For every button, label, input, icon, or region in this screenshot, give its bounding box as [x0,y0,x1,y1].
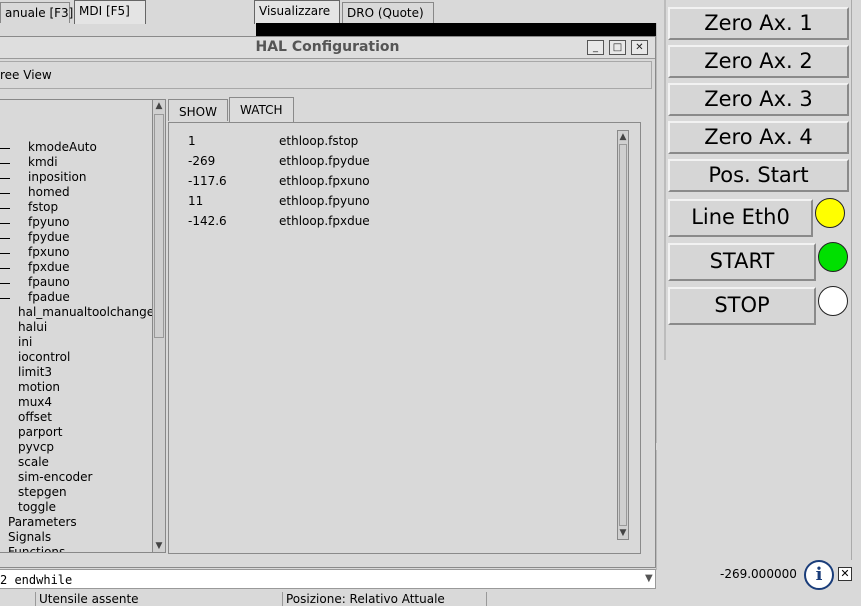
scroll-down-icon[interactable]: ▼ [153,540,165,552]
tree-item[interactable]: limit3 [18,365,52,380]
tree-branch-line [0,208,10,209]
info-icon[interactable]: i [804,560,834,590]
scroll-thumb[interactable] [619,144,627,526]
watch-list: 1 ethloop.fstop -269 ethloop.fpydue -117… [168,122,641,554]
tree-item[interactable]: fstop [28,200,58,215]
frame-edge [656,23,662,443]
tree-item[interactable]: toggle [18,500,56,515]
tree-item[interactable]: pyvcp [18,440,54,455]
watch-name: ethloop.fstop [279,134,359,148]
tree-item[interactable]: Signals [8,530,51,545]
line-eth0-button[interactable]: Line Eth0 [668,199,813,237]
tree-item[interactable]: fpxdue [28,260,70,275]
watch-name: ethloop.fpydue [279,154,370,168]
tree-item[interactable]: fpyuno [28,215,70,230]
pos-start-button[interactable]: Pos. Start [668,159,849,192]
zero-axis-2-button[interactable]: Zero Ax. 2 [668,45,849,78]
maximize-button[interactable]: □ [609,40,626,55]
tree-item[interactable]: inposition [28,170,86,185]
zero-axis-3-button[interactable]: Zero Ax. 3 [668,83,849,116]
line-eth0-led [815,198,845,228]
tree-item[interactable]: motion [18,380,60,395]
minimize-button[interactable]: _ [587,40,604,55]
position-status: Posizione: Relativo Attuale [282,592,487,606]
tree-item[interactable]: sim-encoder [18,470,92,485]
tree-item[interactable]: hal_manualtoolchange [18,305,152,320]
tree-item[interactable]: kmdi [28,155,58,170]
tree-view: kmodeAuto kmdi inposition homed fstop fpyuno f… [0,99,152,553]
watch-value: -269 [188,154,216,168]
zero-axis-4-button[interactable]: Zero Ax. 4 [668,121,849,154]
tree-item[interactable]: fpydue [28,230,70,245]
tree-branch-line [0,163,10,164]
start-led [818,242,848,272]
close-icon[interactable]: ✕ [838,567,852,581]
tree-item[interactable]: iocontrol [18,350,70,365]
mdi-command-input[interactable]: 2 endwhile [0,569,656,589]
tree-branch-line [0,268,10,269]
tree-branch-line [0,193,10,194]
tree-item[interactable]: offset [18,410,52,425]
tab-watch[interactable]: WATCH [229,97,294,123]
panel-scroll-edge [851,0,861,560]
tree-item[interactable]: parport [18,425,63,440]
tool-status: Utensile assente [35,592,283,606]
scroll-up-icon[interactable]: ▲ [618,131,628,143]
tree-branch-line [0,253,10,254]
zero-axis-1-button[interactable]: Zero Ax. 1 [668,7,849,40]
position-readout: -269.000000 [720,567,797,581]
watch-name: ethloop.fpyuno [279,194,370,208]
frame-edge [656,450,662,570]
watch-name: ethloop.fpxdue [279,214,370,228]
tab-manuale[interactable]: anuale [F3] [0,2,73,23]
tree-item[interactable]: kmodeAuto [28,140,97,155]
tab-dro[interactable]: DRO (Quote) [342,2,434,23]
stop-button[interactable]: STOP [668,287,816,325]
tree-item[interactable]: stepgen [18,485,67,500]
start-button[interactable]: START [668,243,816,281]
tree-item[interactable]: Functions [8,545,65,552]
close-button[interactable]: ✕ [631,40,648,55]
window-title: HAL Configuration [0,37,655,59]
tree-item[interactable]: Parameters [8,515,77,530]
scroll-down-icon[interactable]: ▼ [645,573,653,584]
tree-branch-line [0,178,10,179]
stop-led [818,286,848,316]
tree-item[interactable]: fpadue [28,290,70,305]
tree-branch-line [0,283,10,284]
tree-item[interactable]: homed [28,185,70,200]
tree-branch-line [0,223,10,224]
tab-show[interactable]: SHOW [168,99,228,121]
watch-scrollbar[interactable]: ▲ ▼ [617,130,629,540]
scroll-up-icon[interactable]: ▲ [153,100,165,112]
scroll-down-icon[interactable]: ▼ [618,527,628,539]
tree-item[interactable]: mux4 [18,395,52,410]
tab-visualizzare[interactable]: Visualizzare [254,0,340,24]
watch-value: -117.6 [188,174,227,188]
watch-value: 11 [188,194,204,208]
hal-configuration-window: HAL Configuration _ □ ✕ ree View kmodeAu… [0,36,656,568]
preview-canvas [256,23,658,37]
watch-value: -142.6 [188,214,227,228]
tree-scrollbar[interactable]: ▲ ▼ [152,99,166,553]
tree-item[interactable]: halui [18,320,47,335]
tree-branch-line [0,238,10,239]
tree-branch-line [0,148,10,149]
tree-item[interactable]: scale [18,455,49,470]
tree-item[interactable]: fpxuno [28,245,70,260]
tree-view-label: ree View [0,61,652,89]
tree-branch-line [0,298,10,299]
tree-item[interactable]: ini [18,335,32,350]
watch-value: 1 [188,134,196,148]
panel-divider [664,0,666,360]
tree-item[interactable]: fpauno [28,275,70,290]
tab-mdi[interactable]: MDI [F5] [74,0,146,24]
scroll-thumb[interactable] [154,114,164,338]
watch-name: ethloop.fpxuno [279,174,370,188]
